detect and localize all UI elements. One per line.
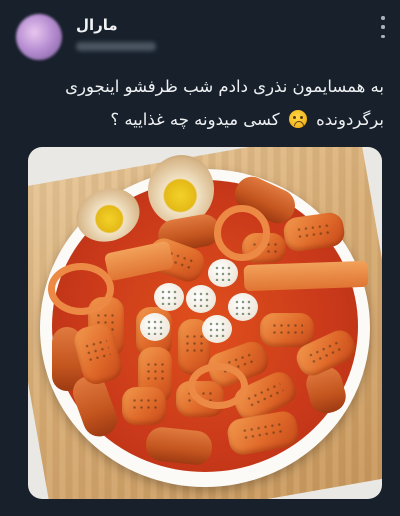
tweet-image[interactable] bbox=[28, 147, 382, 499]
quail-egg bbox=[186, 285, 216, 313]
more-options-icon[interactable] bbox=[380, 16, 386, 38]
squid-ring bbox=[214, 205, 270, 261]
tweet-text-line-1: به همسایمون نذری دادم شب ظرفشو اینجوری bbox=[65, 77, 384, 96]
squid-ring bbox=[48, 263, 114, 315]
tweet-text-line-2-start: برگردونده bbox=[316, 110, 384, 129]
quail-egg bbox=[154, 283, 184, 311]
quail-egg bbox=[208, 259, 238, 287]
quail-egg bbox=[202, 315, 232, 343]
quail-egg bbox=[140, 313, 170, 341]
tweet-card: مارال به همسایمون نذری دادم شب ظرفشو این… bbox=[0, 0, 400, 516]
weary-face-icon bbox=[288, 110, 307, 128]
tweet-text: به همسایمون نذری دادم شب ظرفشو اینجوری ب… bbox=[14, 70, 384, 136]
rice-cake bbox=[260, 313, 314, 347]
avatar[interactable] bbox=[16, 14, 62, 60]
quail-egg bbox=[228, 293, 258, 321]
squid-ring bbox=[188, 363, 248, 409]
tweet-text-line-2: برگردونده کسی میدونه چه غذاییه ؟ bbox=[14, 103, 384, 136]
fish-cake bbox=[243, 260, 369, 292]
author-handle-blurred bbox=[76, 42, 156, 51]
author-name[interactable]: مارال bbox=[76, 16, 118, 34]
tweet-text-line-2-end: کسی میدونه چه غذاییه ؟ bbox=[110, 110, 280, 129]
rice-cake bbox=[122, 387, 166, 425]
